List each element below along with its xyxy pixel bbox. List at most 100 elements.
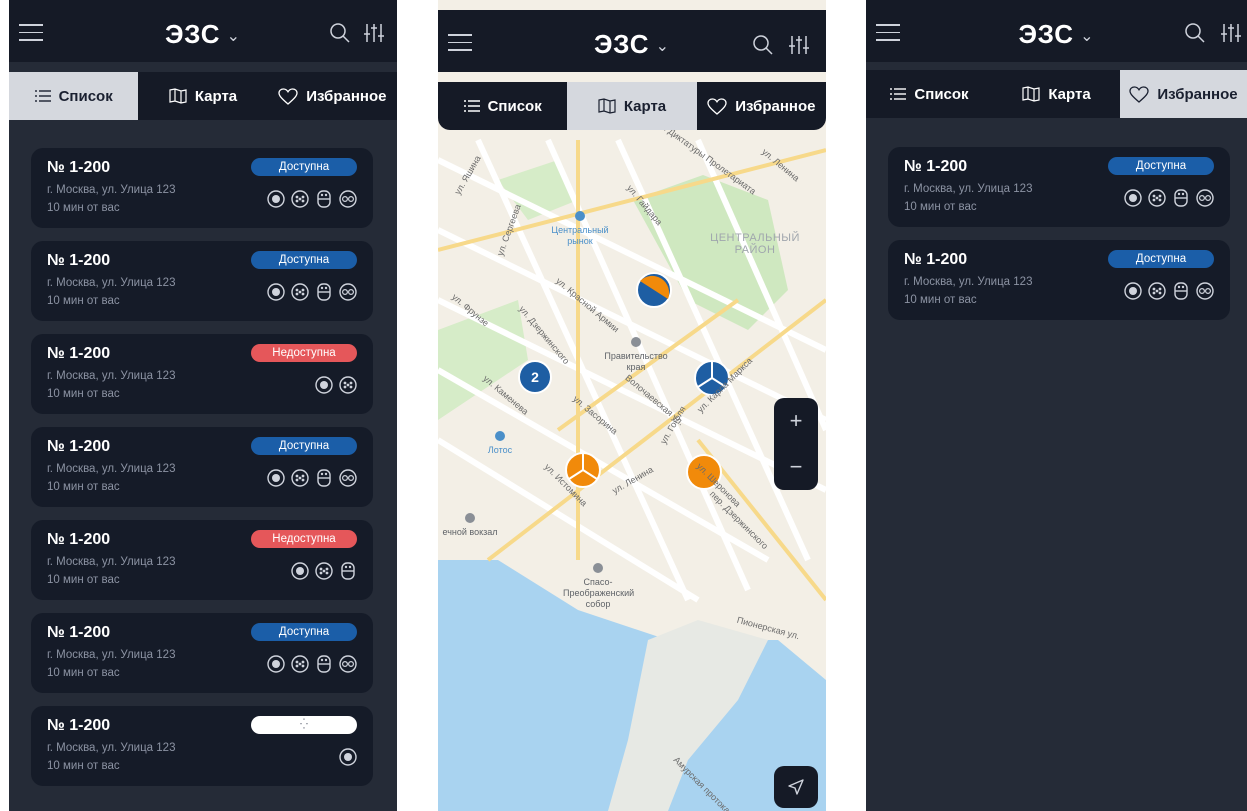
heart-icon <box>278 87 298 105</box>
tab-map[interactable]: Карта <box>138 72 267 120</box>
station-address: г. Москва, ул. Улица 123 <box>47 556 176 568</box>
map-district-label: ЦЕНТРАЛЬНЫЙ РАЙОН <box>710 232 800 256</box>
map-poi[interactable]: Лотос <box>468 430 532 456</box>
zoom-out-button[interactable]: − <box>774 444 818 490</box>
heart-icon <box>707 97 727 115</box>
filter-icon[interactable] <box>1220 22 1242 44</box>
map-cluster-marker[interactable]: 2 <box>518 360 552 394</box>
status-badge: Недоступна <box>251 530 357 548</box>
tab-list[interactable]: Список <box>866 70 993 118</box>
connector-list <box>267 283 357 301</box>
station-distance: 10 мин от вас <box>47 388 120 400</box>
connector-list <box>291 562 357 580</box>
station-address: г. Москва, ул. Улица 123 <box>47 184 176 196</box>
tab-list-label: Список <box>914 85 969 103</box>
connector-list <box>267 469 357 487</box>
status-badge: Доступна <box>251 623 357 641</box>
map-icon <box>169 88 187 104</box>
station-card[interactable]: № 1-200 г. Москва, ул. Улица 123 10 мин от… <box>31 520 373 600</box>
tab-map[interactable]: Карта <box>993 70 1120 118</box>
station-distance: 10 мин от вас <box>47 574 120 586</box>
tab-favorites[interactable]: Избранное <box>268 72 397 120</box>
status-badge: Доступна <box>1108 250 1214 268</box>
map-poi-label: Спасо-Преображенский собор <box>563 577 635 609</box>
tab-favorites[interactable]: Избранное <box>697 82 826 130</box>
chevron-down-icon: ⌄ <box>226 28 241 46</box>
locate-button[interactable] <box>774 766 818 808</box>
station-number: № 1-200 <box>904 251 968 268</box>
map-poi-label: Центральный рынок <box>551 225 609 246</box>
status-badge: Доступна <box>1108 157 1214 175</box>
station-distance: 10 мин от вас <box>904 294 977 306</box>
tab-favorites-label: Избранное <box>306 87 387 105</box>
search-icon[interactable] <box>329 22 351 44</box>
station-card[interactable]: № 1-200 г. Москва, ул. Улица 123 10 мин от… <box>31 706 373 786</box>
connector-type-icon <box>317 190 331 208</box>
map-pin-icon <box>575 211 585 221</box>
station-card[interactable]: № 1-200 г. Москва, ул. Улица 123 10 мин от… <box>31 241 373 321</box>
favorites-screen: ЭЗС ⌄ Список Карта Избранное № 1-200 г. Мо… <box>866 0 1247 811</box>
station-distance: 10 мин от вас <box>47 760 120 772</box>
station-card[interactable]: № 1-200 г. Москва, ул. Улица 123 10 мин от… <box>31 427 373 507</box>
map-poi[interactable]: Правительство края <box>604 336 668 373</box>
status-badge: ⁛ <box>251 716 357 734</box>
map-icon <box>1022 86 1040 102</box>
map-poi[interactable]: Центральный рынок <box>548 210 612 247</box>
connector-list <box>267 655 357 673</box>
station-card[interactable]: № 1-200 г. Москва, ул. Улица 123 10 мин от… <box>31 148 373 228</box>
tab-favorites[interactable]: Избранное <box>1120 70 1247 118</box>
station-distance: 10 мин от вас <box>47 295 120 307</box>
connector-type-icon <box>1196 189 1214 207</box>
station-number: № 1-200 <box>47 624 111 641</box>
status-badge: Недоступна <box>251 344 357 362</box>
connector-type-icon <box>1124 282 1142 300</box>
app-header: ЭЗС ⌄ <box>866 0 1247 62</box>
tab-map-label: Карта <box>623 97 667 115</box>
tab-favorites-label: Избранное <box>735 97 816 115</box>
search-icon[interactable] <box>752 34 774 56</box>
heart-icon <box>1129 85 1150 103</box>
map-screen: ул. Яшина ул. Диктатуры Пролетариата ул. Л… <box>438 0 826 811</box>
connector-type-icon <box>317 469 331 487</box>
connector-list <box>315 376 357 394</box>
station-number: № 1-200 <box>47 531 111 548</box>
brand-title: ЭЗС <box>594 29 650 59</box>
map-pin-icon <box>465 513 475 523</box>
tab-list[interactable]: Список <box>438 82 567 130</box>
station-number: № 1-200 <box>47 717 111 734</box>
station-number: № 1-200 <box>47 438 111 455</box>
connector-type-icon <box>291 190 309 208</box>
list-screen: ЭЗС ⌄ Список Карта Избранное № 1-200 г. Мо… <box>9 0 397 811</box>
station-distance: 10 мин от вас <box>47 481 120 493</box>
tab-favorites-label: Избранное <box>1157 85 1238 103</box>
station-number: № 1-200 <box>47 345 111 362</box>
map-pin-icon <box>593 563 603 573</box>
connector-type-icon <box>267 283 285 301</box>
connector-list <box>339 748 357 766</box>
zoom-in-button[interactable]: + <box>774 398 818 444</box>
filter-icon[interactable] <box>363 22 385 44</box>
station-card[interactable]: № 1-200 г. Москва, ул. Улица 123 10 мин от… <box>888 240 1230 320</box>
connector-type-icon <box>1174 282 1188 300</box>
cluster-count: 2 <box>531 369 539 385</box>
station-card[interactable]: № 1-200 г. Москва, ул. Улица 123 10 мин от… <box>888 147 1230 227</box>
list-icon <box>463 100 480 112</box>
connector-type-icon <box>291 469 309 487</box>
map-poi[interactable]: ечной вокзал <box>438 512 502 538</box>
list-icon <box>34 90 51 102</box>
search-icon[interactable] <box>1184 22 1206 44</box>
filter-icon[interactable] <box>788 34 810 56</box>
tab-map[interactable]: Карта <box>567 82 697 130</box>
status-badge: Доступна <box>251 158 357 176</box>
station-address: г. Москва, ул. Улица 123 <box>47 463 176 475</box>
tab-list[interactable]: Список <box>9 72 139 120</box>
app-header: ЭЗС ⌄ <box>9 0 397 62</box>
view-tabs: Список Карта Избранное <box>866 70 1247 118</box>
station-card[interactable]: № 1-200 г. Москва, ул. Улица 123 10 мин от… <box>31 613 373 693</box>
station-card[interactable]: № 1-200 г. Москва, ул. Улица 123 10 мин от… <box>31 334 373 414</box>
connector-list <box>267 190 357 208</box>
map-poi[interactable]: Спасо-Преображенский собор <box>563 562 635 610</box>
station-distance: 10 мин от вас <box>47 202 120 214</box>
brand-title: ЭЗС <box>1018 19 1075 49</box>
station-address: г. Москва, ул. Улица 123 <box>47 370 176 382</box>
